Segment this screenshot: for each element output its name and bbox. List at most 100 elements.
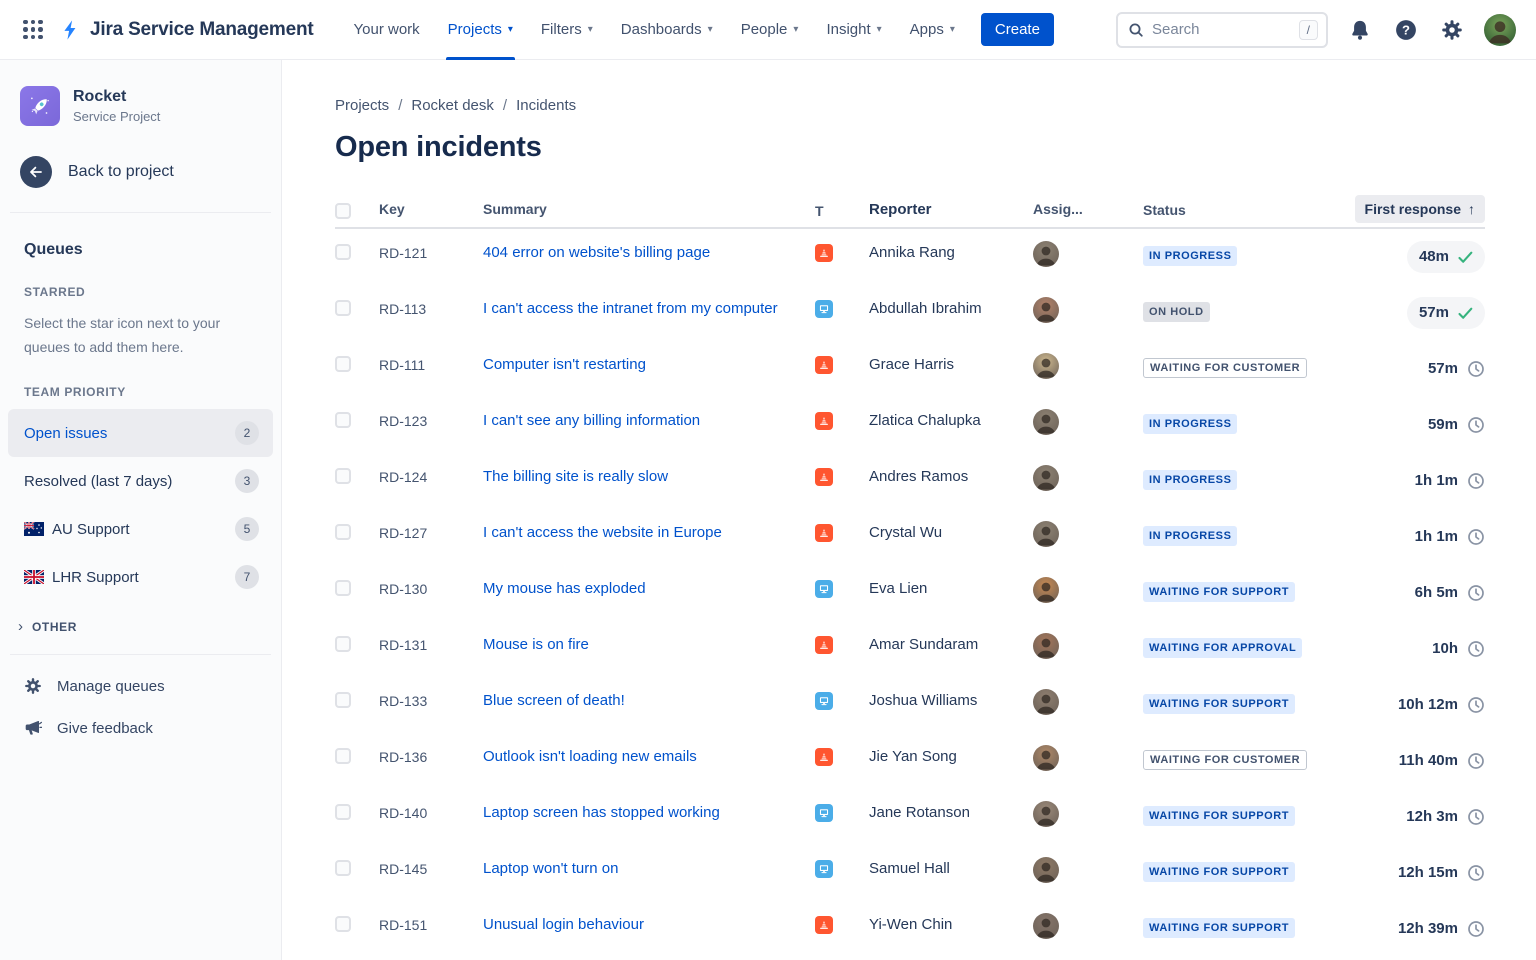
- search-box[interactable]: /: [1116, 12, 1328, 48]
- chevron-down-icon: ▾: [793, 24, 798, 35]
- assignee-avatar[interactable]: [1033, 409, 1059, 435]
- breadcrumb-incidents[interactable]: Incidents: [516, 97, 576, 114]
- chevron-down-icon: ▾: [588, 24, 593, 35]
- issue-summary-link[interactable]: My mouse has exploded: [483, 580, 646, 597]
- assignee-cell: [1033, 633, 1143, 659]
- row-checkbox[interactable]: [335, 524, 351, 540]
- assignee-avatar[interactable]: [1033, 521, 1059, 547]
- issue-summary-link[interactable]: Laptop screen has stopped working: [483, 804, 720, 821]
- issue-summary-link[interactable]: I can't access the intranet from my comp…: [483, 300, 778, 317]
- row-checkbox[interactable]: [335, 692, 351, 708]
- assignee-avatar[interactable]: [1033, 689, 1059, 715]
- nav-item-insight[interactable]: Insight▾: [812, 0, 895, 60]
- status-badge: WAITING FOR SUPPORT: [1143, 694, 1295, 714]
- reporter-name: Zlatica Chalupka: [869, 409, 1033, 433]
- reporter-name: Yi-Wen Chin: [869, 913, 1033, 937]
- assignee-avatar[interactable]: [1033, 633, 1059, 659]
- row-checkbox[interactable]: [335, 468, 351, 484]
- assignee-avatar[interactable]: [1033, 465, 1059, 491]
- nav-item-apps[interactable]: Apps▾: [896, 0, 969, 60]
- nav-item-label: People: [741, 21, 788, 38]
- other-section-toggle[interactable]: › OTHER: [18, 619, 281, 634]
- nav-item-your-work[interactable]: Your work: [340, 0, 434, 60]
- breadcrumb-projects[interactable]: Projects: [335, 97, 389, 114]
- chevron-right-icon: ›: [18, 619, 23, 634]
- row-checkbox[interactable]: [335, 860, 351, 876]
- assignee-avatar[interactable]: [1033, 353, 1059, 379]
- issue-summary-link[interactable]: Blue screen of death!: [483, 692, 625, 709]
- select-all-cell: [335, 200, 379, 219]
- assignee-avatar[interactable]: [1033, 241, 1059, 267]
- issue-summary-link[interactable]: Laptop won't turn on: [483, 860, 618, 877]
- row-checkbox[interactable]: [335, 748, 351, 764]
- select-all-checkbox[interactable]: [335, 203, 351, 219]
- header-key[interactable]: Key: [379, 201, 483, 217]
- user-avatar[interactable]: [1484, 14, 1516, 46]
- first-response-time: 11h 40m: [1399, 749, 1458, 773]
- breadcrumb-rocket-desk[interactable]: Rocket desk: [411, 97, 494, 114]
- help-icon[interactable]: ?: [1392, 16, 1420, 44]
- header-assignee[interactable]: Assig...: [1033, 201, 1143, 217]
- status-badge: IN PROGRESS: [1143, 526, 1237, 546]
- row-checkbox[interactable]: [335, 916, 351, 932]
- nav-item-projects[interactable]: Projects▾: [434, 0, 527, 60]
- issue-summary-link[interactable]: Computer isn't restarting: [483, 356, 646, 373]
- notifications-bell-icon[interactable]: [1346, 16, 1374, 44]
- give-feedback-button[interactable]: Give feedback: [0, 707, 281, 749]
- header-reporter[interactable]: Reporter: [869, 201, 1033, 218]
- sidebar: Rocket Service Project Back to project Q…: [0, 60, 282, 960]
- first-response-time: 48m: [1419, 245, 1449, 269]
- incident-row-rd-111: RD-111Computer isn't restartingGrace Har…: [335, 341, 1485, 397]
- main-content: Projects / Rocket desk / Incidents Open …: [282, 60, 1536, 960]
- row-checkbox[interactable]: [335, 804, 351, 820]
- app-switcher-icon[interactable]: [20, 17, 46, 43]
- row-checkbox[interactable]: [335, 356, 351, 372]
- assignee-avatar[interactable]: [1033, 297, 1059, 323]
- row-checkbox-cell: [335, 297, 379, 316]
- nav-item-people[interactable]: People ▾: [727, 0, 813, 60]
- header-summary[interactable]: Summary: [483, 201, 815, 217]
- create-button[interactable]: Create: [981, 13, 1054, 46]
- status-cell: WAITING FOR SUPPORT: [1143, 689, 1331, 715]
- incident-type-icon: [815, 748, 833, 766]
- manage-queues-button[interactable]: Manage queues: [0, 665, 281, 707]
- it-help-type-icon: [815, 692, 833, 710]
- nav-item-filters[interactable]: Filters▾: [527, 0, 607, 60]
- settings-gear-icon[interactable]: [1438, 16, 1466, 44]
- row-checkbox[interactable]: [335, 580, 351, 596]
- row-checkbox-cell: [335, 409, 379, 428]
- assignee-avatar[interactable]: [1033, 745, 1059, 771]
- queue-item-au-support[interactable]: AU Support5: [8, 505, 273, 553]
- nav-item-dashboards[interactable]: Dashboards▾: [607, 0, 727, 60]
- queue-item-open-issues[interactable]: Open issues2: [8, 409, 273, 457]
- header-status[interactable]: Status: [1143, 200, 1331, 218]
- header-type[interactable]: T: [815, 200, 869, 219]
- issue-summary-link[interactable]: Outlook isn't loading new emails: [483, 748, 697, 765]
- issue-summary-link[interactable]: Mouse is on fire: [483, 636, 589, 653]
- issue-key: RD-111: [379, 353, 483, 377]
- search-input[interactable]: [1152, 21, 1291, 38]
- issue-summary-link[interactable]: The billing site is really slow: [483, 468, 668, 485]
- first-response-time: 10h 12m: [1398, 693, 1458, 717]
- incident-row-rd-127: RD-127I can't access the website in Euro…: [335, 509, 1485, 565]
- issue-summary-link[interactable]: I can't see any billing information: [483, 412, 700, 429]
- row-checkbox[interactable]: [335, 300, 351, 316]
- jira-logo[interactable]: Jira Service Management: [60, 19, 314, 41]
- queue-item-lhr-support[interactable]: LHR Support7: [8, 553, 273, 601]
- assignee-avatar[interactable]: [1033, 577, 1059, 603]
- issue-summary-link[interactable]: 404 error on website's billing page: [483, 244, 710, 261]
- assignee-avatar[interactable]: [1033, 801, 1059, 827]
- issue-summary-link[interactable]: Unusual login behaviour: [483, 916, 644, 933]
- back-to-project-button[interactable]: Back to project: [20, 156, 261, 188]
- it-help-type-icon: [815, 860, 833, 878]
- assignee-avatar[interactable]: [1033, 913, 1059, 939]
- header-first-response-sort[interactable]: First response ↑: [1355, 195, 1485, 223]
- row-checkbox[interactable]: [335, 244, 351, 260]
- assignee-avatar[interactable]: [1033, 857, 1059, 883]
- incident-row-rd-123: RD-123I can't see any billing informatio…: [335, 397, 1485, 453]
- queue-item-resolved-last-7-days[interactable]: Resolved (last 7 days)3: [8, 457, 273, 505]
- starred-hint: Select the star icon next to your queues…: [24, 311, 257, 359]
- issue-summary-link[interactable]: I can't access the website in Europe: [483, 524, 722, 541]
- row-checkbox[interactable]: [335, 636, 351, 652]
- row-checkbox[interactable]: [335, 412, 351, 428]
